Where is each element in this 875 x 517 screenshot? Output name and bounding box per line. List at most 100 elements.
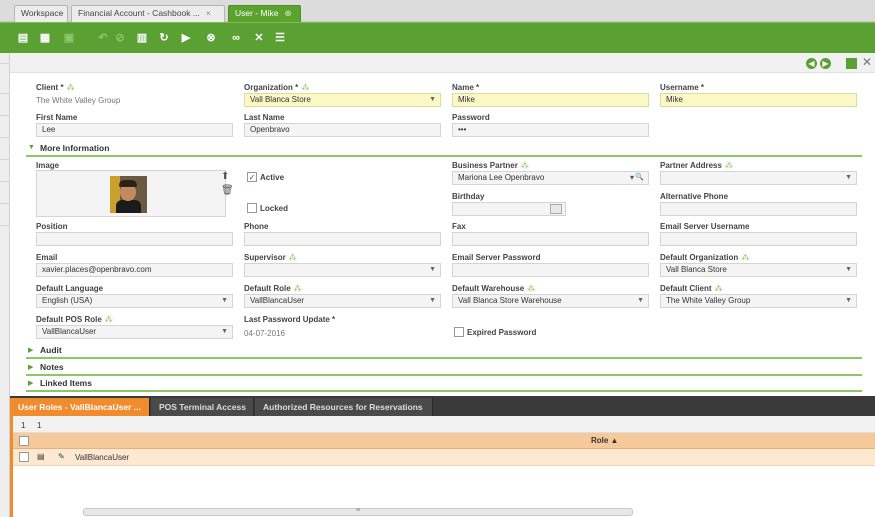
organization-select[interactable]: Vall Blanca Store ▼ xyxy=(244,93,441,107)
list-icon[interactable]: ☰ xyxy=(274,32,286,44)
phone-input[interactable] xyxy=(244,232,441,246)
roles-grid: 1 1 Role ▲ ▤ ✎ VallBlancaUser ≡ xyxy=(10,416,875,517)
chevron-down-icon[interactable]: ▼ xyxy=(429,295,436,307)
edit-icon[interactable]: ✎ xyxy=(58,452,65,461)
chevron-down-icon[interactable]: ▼ xyxy=(845,172,852,184)
image-field[interactable] xyxy=(36,170,226,217)
chevron-down-icon[interactable]: ▼ xyxy=(637,295,644,307)
password-input[interactable]: ••• xyxy=(452,123,649,137)
user-photo xyxy=(110,176,147,213)
default-pos-role-select[interactable]: VallBlancaUser ▼ xyxy=(36,325,233,339)
previous-record-icon[interactable]: ◀ xyxy=(806,58,817,69)
close-form-icon[interactable]: ✕ xyxy=(862,56,875,69)
subtab-bar: User Roles - VallBlancaUser ... POS Term… xyxy=(10,396,875,416)
maximize-icon[interactable] xyxy=(846,58,857,69)
triangle-right-icon: ▶ xyxy=(28,380,34,387)
scroll-thumb-icon[interactable]: ≡ xyxy=(356,507,360,514)
supervisor-select[interactable]: ▼ xyxy=(244,263,441,277)
chevron-down-icon[interactable]: ▼ xyxy=(429,264,436,276)
default-role-select[interactable]: VallBlancaUser ▼ xyxy=(244,294,441,308)
email-label: Email xyxy=(36,253,58,262)
link-icon[interactable]: ∞ xyxy=(230,32,242,44)
chevron-down-icon[interactable]: ▾ xyxy=(630,172,634,184)
upload-icon[interactable]: ⬆ xyxy=(221,171,229,182)
email-server-username-input[interactable] xyxy=(660,232,857,246)
more-information-section[interactable]: ▼ More Information xyxy=(26,142,862,157)
expired-password-checkbox[interactable] xyxy=(454,327,464,337)
grid-header: Role ▲ xyxy=(13,433,875,449)
new-row-icon[interactable]: ▦ xyxy=(39,32,51,44)
undo-icon[interactable]: ↶ xyxy=(97,32,109,44)
grid-nav-second[interactable]: 1 xyxy=(37,421,41,430)
active-checkbox[interactable]: ✓ xyxy=(247,172,257,182)
business-partner-label: Business Partner ⁂ xyxy=(452,161,529,170)
export-icon[interactable]: ▶ xyxy=(180,32,192,44)
notes-section[interactable]: ▶ Notes xyxy=(26,361,862,376)
chevron-down-icon[interactable]: ▼ xyxy=(429,94,436,106)
last-name-input[interactable]: Openbravo xyxy=(244,123,441,137)
name-input[interactable]: Mike xyxy=(452,93,649,107)
trash-icon[interactable]: 🗑 xyxy=(221,185,234,196)
toolbar: ▤ ▦ ▣ ↶ ⊘ ▥ ↻ ▶ ⊗ ∞ ✕ ☰ xyxy=(0,22,875,53)
close-icon[interactable]: × xyxy=(206,8,211,18)
next-record-icon[interactable]: ▶ xyxy=(820,58,831,69)
select-all-checkbox[interactable] xyxy=(19,436,29,446)
audit-section[interactable]: ▶ Audit xyxy=(26,344,862,359)
chevron-down-icon[interactable]: ▼ xyxy=(845,264,852,276)
fax-input[interactable] xyxy=(452,232,649,246)
horizontal-scrollbar[interactable]: ≡ xyxy=(83,507,633,516)
image-label: Image xyxy=(36,161,60,170)
grid-nav-first[interactable]: 1 xyxy=(21,421,25,430)
business-partner-select[interactable]: Mariona Lee Openbravo ▾ 🔍 xyxy=(452,171,649,185)
tab-workspace[interactable]: Workspace xyxy=(14,5,68,22)
triangle-down-icon: ▼ xyxy=(28,144,35,151)
save-icon[interactable]: ▣ xyxy=(63,32,75,44)
email-input[interactable]: xavier.places@openbravo.com xyxy=(36,263,233,277)
default-language-select[interactable]: English (USA) ▼ xyxy=(36,294,233,308)
chevron-down-icon[interactable]: ▼ xyxy=(221,295,228,307)
calendar-icon[interactable] xyxy=(550,204,562,214)
chevron-down-icon[interactable]: ▼ xyxy=(845,295,852,307)
alternative-phone-input[interactable] xyxy=(660,202,857,216)
tab-user-roles[interactable]: User Roles - VallBlancaUser ... xyxy=(10,398,150,416)
role-cell: VallBlancaUser xyxy=(75,453,130,462)
last-password-update-value: 04-07-2016 xyxy=(244,329,285,338)
first-name-label: First Name xyxy=(36,113,78,122)
search-icon[interactable]: 🔍 xyxy=(635,172,644,184)
partner-address-select[interactable]: ▼ xyxy=(660,171,857,185)
locked-checkbox[interactable] xyxy=(247,203,257,213)
tab-label: User - Mike xyxy=(235,8,279,18)
document-icon[interactable]: ▤ xyxy=(37,452,45,461)
new-document-icon[interactable]: ▤ xyxy=(17,32,29,44)
table-row[interactable]: ▤ ✎ VallBlancaUser xyxy=(13,449,875,466)
default-pos-role-label: Default POS Role ⁂ xyxy=(36,315,113,324)
default-organization-select[interactable]: Vall Blanca Store ▼ xyxy=(660,263,857,277)
tab-pos-terminal-access[interactable]: POS Terminal Access xyxy=(151,398,254,416)
attach-icon[interactable]: ⊗ xyxy=(205,32,217,44)
cancel-icon[interactable]: ⊘ xyxy=(114,32,126,44)
section-title: More Information xyxy=(40,143,110,153)
close-icon[interactable]: ⊗ xyxy=(284,8,291,18)
role-column-header[interactable]: Role ▲ xyxy=(591,436,618,445)
default-warehouse-select[interactable]: Vall Blanca Store Warehouse ▼ xyxy=(452,294,649,308)
refresh-icon[interactable]: ↻ xyxy=(158,32,170,44)
row-checkbox[interactable] xyxy=(19,452,29,462)
grid-toolbar: 1 1 xyxy=(13,416,875,433)
tools-icon[interactable]: ✕ xyxy=(253,32,265,44)
first-name-input[interactable]: Lee xyxy=(36,123,233,137)
email-server-password-input[interactable] xyxy=(452,263,649,277)
birthday-input[interactable] xyxy=(452,202,566,216)
delete-icon[interactable]: ▥ xyxy=(136,32,148,44)
default-warehouse-label: Default Warehouse ⁂ xyxy=(452,284,536,293)
triangle-right-icon: ▶ xyxy=(28,364,34,371)
form-header-strip xyxy=(10,53,875,73)
tab-financial-account[interactable]: Financial Account - Cashbook ... × xyxy=(71,5,225,22)
chevron-down-icon[interactable]: ▼ xyxy=(221,326,228,338)
triangle-right-icon: ▶ xyxy=(28,347,34,354)
default-client-select[interactable]: The White Valley Group ▼ xyxy=(660,294,857,308)
linked-items-section[interactable]: ▶ Linked Items xyxy=(26,377,862,392)
tab-user-mike[interactable]: User - Mike ⊗ xyxy=(228,5,301,22)
position-input[interactable] xyxy=(36,232,233,246)
tab-authorized-resources[interactable]: Authorized Resources for Reservations xyxy=(255,398,433,416)
username-input[interactable]: Mike xyxy=(660,93,857,107)
